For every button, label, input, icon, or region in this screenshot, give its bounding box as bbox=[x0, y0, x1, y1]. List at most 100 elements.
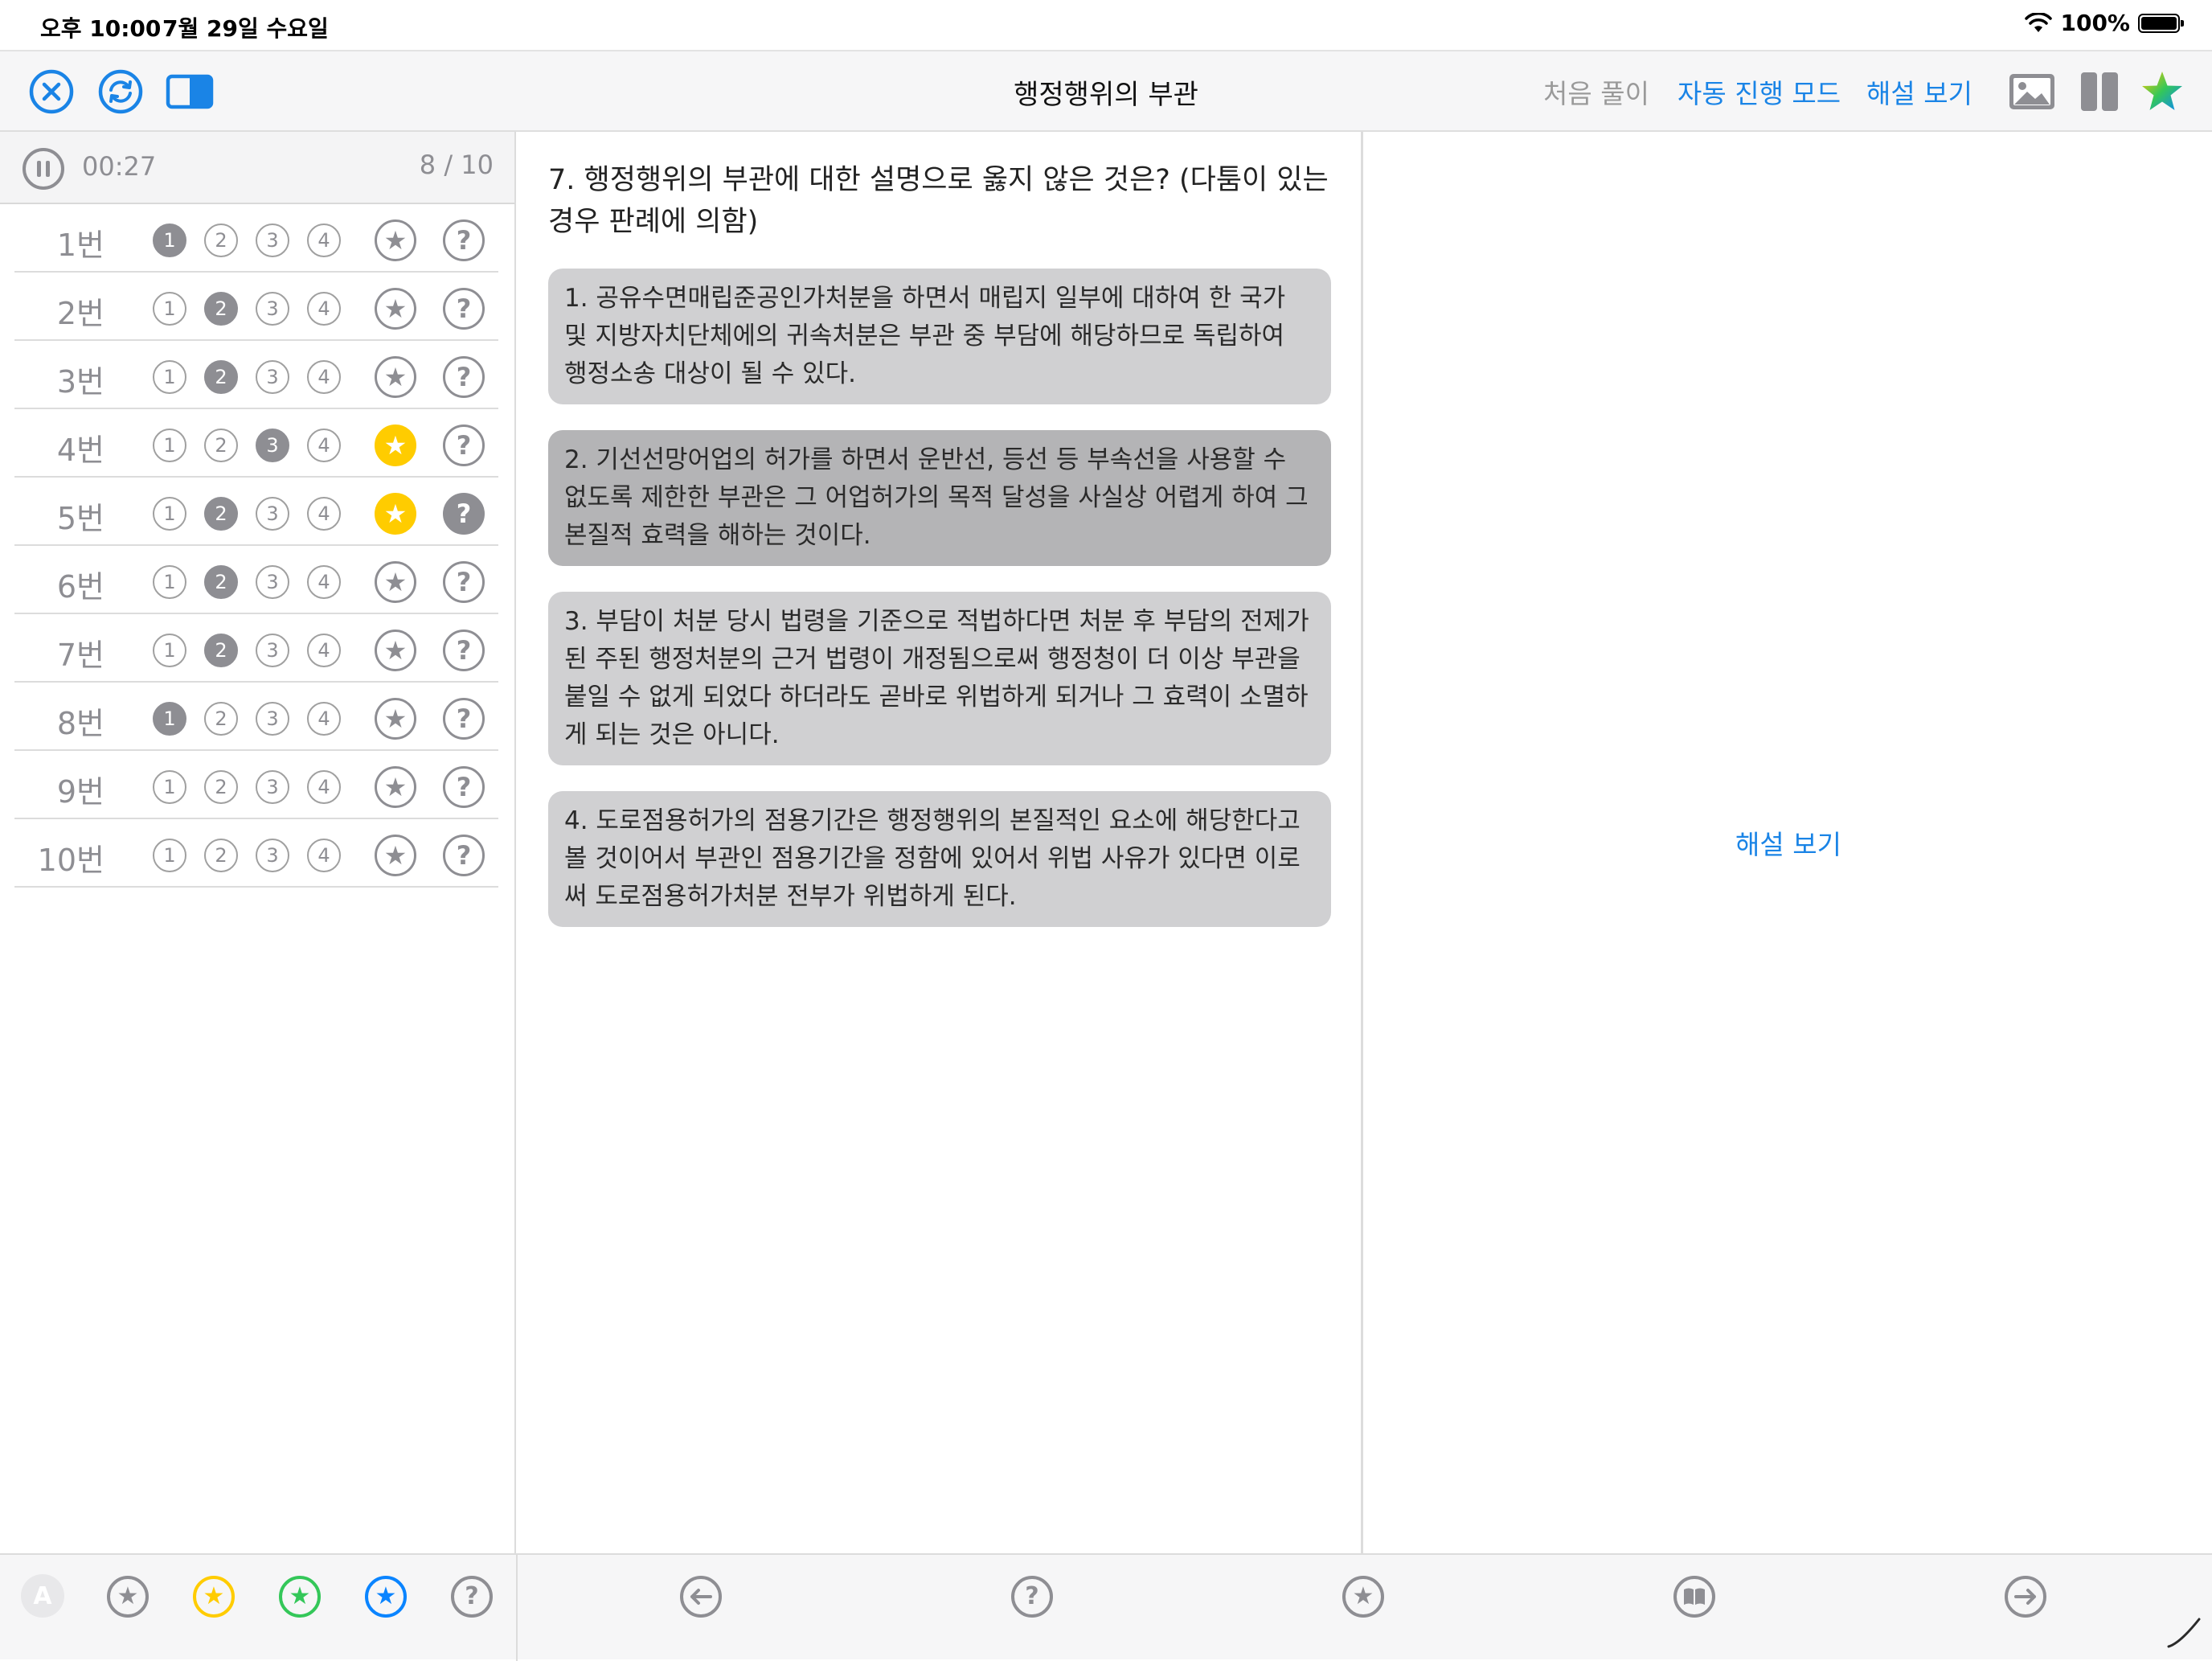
answer-option-3[interactable]: 3 bbox=[256, 702, 289, 736]
question-mark-icon[interactable]: ? bbox=[443, 766, 485, 808]
answer-option-1[interactable]: 1 bbox=[153, 702, 186, 736]
restart-button[interactable]: 처음 풀이 bbox=[1543, 72, 1649, 111]
answer-option-4[interactable]: 4 bbox=[307, 634, 341, 667]
star-icon[interactable]: ★ bbox=[375, 356, 416, 398]
answer-option-3[interactable]: 3 bbox=[256, 292, 289, 326]
question-mark-icon[interactable]: ? bbox=[443, 288, 485, 330]
image-button[interactable] bbox=[2008, 68, 2056, 116]
choice-1[interactable]: 1. 공유수면매립준공인가처분을 하면서 매립지 일부에 대하여 한 국가 및 … bbox=[548, 269, 1331, 404]
favorites-button[interactable] bbox=[2138, 68, 2186, 116]
answer-option-3[interactable]: 3 bbox=[256, 497, 289, 531]
answer-option-4[interactable]: 4 bbox=[307, 292, 341, 326]
answer-option-4[interactable]: 4 bbox=[307, 497, 341, 531]
auto-mode-button[interactable]: 자동 진행 모드 bbox=[1677, 72, 1841, 111]
answer-option-2[interactable]: 2 bbox=[204, 839, 238, 872]
answer-option-2[interactable]: 2 bbox=[204, 360, 238, 394]
answer-option-1[interactable]: 1 bbox=[153, 224, 186, 257]
filter-gray-star-button[interactable]: ★ bbox=[105, 1574, 150, 1619]
answer-option-1[interactable]: 1 bbox=[153, 497, 186, 531]
answer-option-2[interactable]: 2 bbox=[204, 702, 238, 736]
star-icon[interactable]: ★ bbox=[375, 424, 416, 466]
question-mark-icon[interactable]: ? bbox=[443, 835, 485, 876]
star-icon[interactable]: ★ bbox=[375, 835, 416, 876]
answer-option-4[interactable]: 4 bbox=[307, 702, 341, 736]
answer-option-3[interactable]: 3 bbox=[256, 634, 289, 667]
show-explanation-button[interactable]: 해설 보기 bbox=[1866, 72, 1972, 111]
answer-option-2[interactable]: 2 bbox=[204, 292, 238, 326]
previous-button[interactable] bbox=[678, 1574, 723, 1619]
answer-option-2[interactable]: 2 bbox=[204, 497, 238, 531]
star-icon[interactable]: ★ bbox=[375, 493, 416, 535]
answer-option-3[interactable]: 3 bbox=[256, 224, 289, 257]
filter-green-star-button[interactable]: ★ bbox=[277, 1574, 322, 1619]
answer-option-4[interactable]: 4 bbox=[307, 360, 341, 394]
question-row[interactable]: 1번 1 2 3 4 ★? bbox=[14, 204, 498, 273]
answer-option-1[interactable]: 1 bbox=[153, 770, 186, 804]
star-icon[interactable]: ★ bbox=[375, 630, 416, 671]
answer-option-1[interactable]: 1 bbox=[153, 839, 186, 872]
answer-option-3[interactable]: 3 bbox=[256, 839, 289, 872]
filter-yellow-star-button[interactable]: ★ bbox=[191, 1574, 236, 1619]
answer-option-1[interactable]: 1 bbox=[153, 429, 186, 462]
choice-4[interactable]: 4. 도로점용허가의 점용기간은 행정행위의 본질적인 요소에 해당한다고 볼 … bbox=[548, 791, 1331, 927]
show-explanation-link[interactable]: 해설 보기 bbox=[1365, 823, 2212, 862]
sidebar-toggle-button[interactable] bbox=[166, 68, 214, 116]
question-mark-icon[interactable]: ? bbox=[443, 698, 485, 740]
question-mark-icon[interactable]: ? bbox=[443, 630, 485, 671]
star-icon[interactable]: ★ bbox=[375, 766, 416, 808]
unsure-toggle-button[interactable]: ? bbox=[1010, 1574, 1055, 1619]
answer-option-4[interactable]: 4 bbox=[307, 565, 341, 599]
star-toggle-button[interactable]: ★ bbox=[1341, 1574, 1386, 1619]
answer-option-2[interactable]: 2 bbox=[204, 429, 238, 462]
answer-option-4[interactable]: 4 bbox=[307, 770, 341, 804]
question-mark-icon[interactable]: ? bbox=[443, 561, 485, 603]
question-number: 3번 bbox=[56, 364, 104, 400]
choice-3[interactable]: 3. 부담이 처분 당시 법령을 기준으로 적법하다면 처분 후 부담의 전제가… bbox=[548, 592, 1331, 765]
answer-option-2[interactable]: 2 bbox=[204, 565, 238, 599]
question-mark-icon[interactable]: ? bbox=[443, 219, 485, 261]
filter-unsure-button[interactable]: ? bbox=[449, 1574, 494, 1619]
answer-option-1[interactable]: 1 bbox=[153, 565, 186, 599]
question-row[interactable]: 2번 1 2 3 4 ★? bbox=[14, 273, 498, 341]
pause-button[interactable] bbox=[23, 148, 64, 190]
refresh-button[interactable] bbox=[96, 68, 145, 116]
question-row[interactable]: 8번 1 2 3 4 ★? bbox=[14, 683, 498, 751]
question-row[interactable]: 4번 1 2 3 4 ★? bbox=[14, 409, 498, 478]
choice-2[interactable]: 2. 기선선망어업의 허가를 하면서 운반선, 등선 등 부속선을 사용할 수 … bbox=[548, 430, 1331, 566]
question-mark-icon[interactable]: ? bbox=[443, 356, 485, 398]
question-mark-icon[interactable]: ? bbox=[443, 424, 485, 466]
question-row[interactable]: 5번 1 2 3 4 ★? bbox=[14, 478, 498, 546]
question-row[interactable]: 7번 1 2 3 4 ★? bbox=[14, 614, 498, 683]
answer-option-3[interactable]: 3 bbox=[256, 565, 289, 599]
star-icon[interactable]: ★ bbox=[375, 698, 416, 740]
filter-blue-star-button[interactable]: ★ bbox=[363, 1574, 408, 1619]
close-button[interactable] bbox=[27, 68, 76, 116]
question-row[interactable]: 9번 1 2 3 4 ★? bbox=[14, 751, 498, 819]
answer-option-2[interactable]: 2 bbox=[204, 224, 238, 257]
star-icon[interactable]: ★ bbox=[375, 561, 416, 603]
answer-option-3[interactable]: 3 bbox=[256, 360, 289, 394]
question-row[interactable]: 3번 1 2 3 4 ★? bbox=[14, 341, 498, 409]
answer-option-4[interactable]: 4 bbox=[307, 839, 341, 872]
answer-option-3[interactable]: 3 bbox=[256, 429, 289, 462]
next-button[interactable] bbox=[2003, 1574, 2048, 1619]
star-icon[interactable]: ★ bbox=[375, 288, 416, 330]
question-mark-icon[interactable]: ? bbox=[443, 493, 485, 535]
split-view-button[interactable] bbox=[2075, 68, 2124, 116]
notes-button[interactable] bbox=[1672, 1574, 1717, 1619]
question-row[interactable]: 6번 1 2 3 4 ★? bbox=[14, 546, 498, 614]
question-row[interactable]: 10번 1 2 3 4 ★? bbox=[14, 819, 498, 888]
yellow-star-icon: ★ bbox=[193, 1576, 235, 1618]
answer-option-1[interactable]: 1 bbox=[153, 360, 186, 394]
answer-option-1[interactable]: 1 bbox=[153, 292, 186, 326]
answer-option-3[interactable]: 3 bbox=[256, 770, 289, 804]
answer-option-1[interactable]: 1 bbox=[153, 634, 186, 667]
toolbar: 행정행위의 부관 처음 풀이 자동 진행 모드 해설 보기 bbox=[0, 51, 2212, 132]
answer-option-4[interactable]: 4 bbox=[307, 429, 341, 462]
explanation-panel: 해설 보기 bbox=[1365, 132, 2212, 1553]
answer-option-2[interactable]: 2 bbox=[204, 634, 238, 667]
answer-option-4[interactable]: 4 bbox=[307, 224, 341, 257]
answer-option-2[interactable]: 2 bbox=[204, 770, 238, 804]
filter-all-button[interactable]: A bbox=[21, 1574, 64, 1618]
star-icon[interactable]: ★ bbox=[375, 219, 416, 261]
